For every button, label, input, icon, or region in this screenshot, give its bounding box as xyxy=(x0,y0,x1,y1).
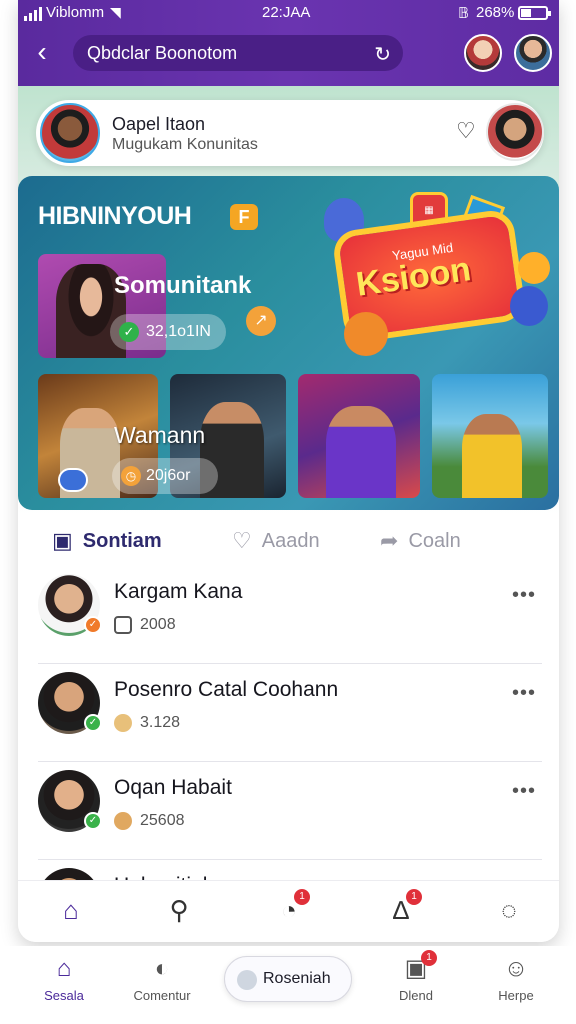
profile-subtitle: Mugukam Konunitas xyxy=(112,136,258,153)
heart-icon: ♡ xyxy=(232,528,252,553)
nav-item-camera[interactable]: ▣ 1 Dlend xyxy=(392,950,440,1003)
favorite-icon[interactable]: ♡ xyxy=(456,118,476,144)
primary-action-label: Roseniah xyxy=(263,970,331,987)
video-count: 20j6or xyxy=(146,467,191,484)
signal-icon xyxy=(24,7,42,21)
monster-illustration xyxy=(518,252,550,284)
list-item-meta: 2008 xyxy=(114,616,176,634)
record-icon xyxy=(237,970,257,990)
banner-title: HIBNINYOUH xyxy=(38,202,192,230)
avatar-mini-icon xyxy=(114,812,132,830)
status-dot: ✓ xyxy=(84,812,102,830)
clock: 22:JAA xyxy=(262,4,311,21)
search-icon[interactable]: ⚲ xyxy=(162,895,196,929)
nav-item-home[interactable]: ⌂ Sesala xyxy=(38,954,90,1003)
refresh-icon[interactable]: ↻ xyxy=(374,42,391,67)
tab-coaln[interactable]: ➦ Coaln xyxy=(380,528,461,554)
promo-graphic: ▦ Yaguu Mid Ksioon xyxy=(314,186,554,366)
video-thumbnail[interactable] xyxy=(432,374,548,498)
avatar[interactable]: ✓ xyxy=(38,672,102,734)
nav-label: Sesala xyxy=(44,988,84,1003)
notification-badge: 1 xyxy=(406,889,422,905)
profile-name: Oapel Itaon xyxy=(112,114,206,134)
video-count-pill[interactable]: ◷ 20j6or xyxy=(112,458,218,494)
compass-icon[interactable]: ↗ xyxy=(246,306,276,336)
tab-sontiam[interactable]: ▣ Sontiam xyxy=(52,528,162,554)
list-item-meta: 3.128 xyxy=(114,714,180,732)
chat-icon[interactable]: ◌ xyxy=(492,895,526,929)
content-tabs: ▣ Sontiam ♡ Aaadn ➦ Coaln xyxy=(18,522,559,562)
tab-label: Coaln xyxy=(408,529,461,552)
more-options-icon[interactable]: ••• xyxy=(512,780,536,803)
clock-icon: ◷ xyxy=(121,466,141,486)
bookmark-icon: ▣ xyxy=(52,528,73,553)
list-item-name: Kargam Kana xyxy=(114,580,243,603)
avatar[interactable] xyxy=(40,103,100,163)
back-arrow-icon[interactable]: ‹ xyxy=(26,34,58,70)
list-item-count: 25608 xyxy=(140,812,185,829)
profile-icon: ☺ xyxy=(503,955,529,982)
status-dot: ✓ xyxy=(84,714,102,732)
search-value: Qbdclar Boonotom xyxy=(87,43,238,63)
notification-badge: 1 xyxy=(294,889,310,905)
inner-tab-bar: ⌂ ⚲ ◔ 1 ∆ 1 ◌ xyxy=(18,880,559,942)
avatar[interactable] xyxy=(464,34,502,72)
carrier-name: Viblomm xyxy=(46,4,105,21)
comment-icon: ◐ xyxy=(154,955,170,982)
featured-count: 32,1o1IN xyxy=(146,323,211,340)
avatar[interactable]: ✓ xyxy=(38,574,102,636)
avatar[interactable] xyxy=(486,103,544,161)
channel-logo-icon xyxy=(58,468,88,492)
camera-icon: ▣ 1 xyxy=(401,950,437,984)
list-item-count: 3.128 xyxy=(140,714,181,731)
more-options-icon[interactable]: ••• xyxy=(512,682,536,705)
nav-item-profile[interactable]: ☺ Herpe xyxy=(492,954,540,1003)
home-icon[interactable]: ⌂ xyxy=(54,895,88,929)
top-app-bar: Viblomm ◥ 22:JAA 𝔹 268% ‹ Qbdclar Boonot… xyxy=(18,0,559,86)
list-item-name: Posenro Catal Coohann xyxy=(114,678,339,701)
profile-card[interactable]: Oapel Itaon Mugukam Konunitas ♡ xyxy=(36,100,544,166)
avatar-mini-icon xyxy=(114,714,132,732)
list-item-meta: 25608 xyxy=(114,812,185,830)
nav-label: Dlend xyxy=(399,988,433,1003)
nav-label: Herpe xyxy=(498,988,534,1003)
tab-label: Aaadn xyxy=(261,529,320,552)
list-item[interactable]: ✓ Kargam Kana 2008 ••• xyxy=(38,568,542,664)
notification-icon[interactable]: ◔ 1 xyxy=(272,889,310,929)
home-icon: ⌂ xyxy=(56,955,72,982)
avatar[interactable] xyxy=(514,34,552,72)
phone-screen: Viblomm ◥ 22:JAA 𝔹 268% ‹ Qbdclar Boonot… xyxy=(18,0,559,942)
monster-illustration xyxy=(344,312,388,356)
more-options-icon[interactable]: ••• xyxy=(512,584,536,607)
battery-icon xyxy=(518,6,551,20)
check-icon: ✓ xyxy=(119,322,139,342)
nav-item-comment[interactable]: ◐ Comentur xyxy=(128,954,196,1003)
notification-badge: 1 xyxy=(421,950,437,966)
battery-percent: 268% xyxy=(476,4,515,21)
monster-illustration xyxy=(510,286,548,326)
featured-label: Somunitank xyxy=(114,272,252,299)
book-icon xyxy=(114,616,132,634)
tab-label: Sontiam xyxy=(82,529,162,552)
list-item-name: Oqan Habait xyxy=(114,776,232,799)
banner-badge: F xyxy=(230,204,258,230)
list-item[interactable]: ✓ Oqan Habait 25608 ••• xyxy=(38,764,542,860)
nav-label: Comentur xyxy=(133,988,191,1003)
status-dot: ✓ xyxy=(84,616,102,634)
bell-icon[interactable]: ∆ 1 xyxy=(384,889,422,929)
list-item[interactable]: ✓ Posenro Catal Coohann 3.128 ••• xyxy=(38,666,542,762)
share-icon: ➦ xyxy=(380,528,399,553)
wifi-icon: ◥ xyxy=(110,4,121,20)
bluetooth-icon: 𝔹 xyxy=(458,5,469,22)
promo-banner[interactable]: HIBNINYOUH F Somunitank ✓ 32,1o1IN ↗ ▦ Y… xyxy=(18,176,559,510)
featured-count-pill[interactable]: ✓ 32,1o1IN xyxy=(110,314,226,350)
video-label: Wamann xyxy=(114,422,206,448)
list-item-count: 2008 xyxy=(140,616,176,633)
primary-action-button[interactable]: Roseniah xyxy=(224,956,352,1002)
status-bar: Viblomm ◥ 22:JAA 𝔹 268% xyxy=(18,0,559,26)
avatar[interactable]: ✓ xyxy=(38,770,102,832)
video-thumbnail[interactable] xyxy=(298,374,420,498)
tab-aaadn[interactable]: ♡ Aaadn xyxy=(232,528,320,554)
search-input[interactable]: Qbdclar Boonotom ↻ xyxy=(73,35,403,71)
